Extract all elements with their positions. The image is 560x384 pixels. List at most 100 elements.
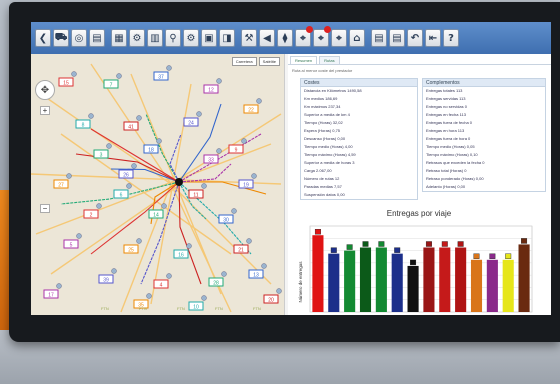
truck-button[interactable]: ⛟ bbox=[53, 29, 69, 47]
stop-pin-icon bbox=[221, 271, 227, 277]
save-button[interactable]: ▤ bbox=[371, 29, 387, 47]
chart-bar bbox=[375, 247, 387, 312]
costes-line: Tiempo máximo (Horas) 4,59 bbox=[304, 152, 356, 157]
chart-title: Entregas por viaje bbox=[387, 209, 452, 218]
undo-button[interactable]: ↶ bbox=[407, 29, 423, 47]
layers-button[interactable]: ◨ bbox=[219, 29, 235, 47]
arrow-left-button[interactable]: ◀ bbox=[259, 29, 275, 47]
search-button[interactable]: ⚲ bbox=[165, 29, 181, 47]
chart-bar bbox=[359, 247, 372, 312]
map-tab-road[interactable]: Carretera bbox=[231, 57, 257, 66]
help-button[interactable]: ? bbox=[443, 29, 459, 47]
tab-rutas[interactable]: Rutas bbox=[319, 56, 340, 64]
calculator-button[interactable]: ▦ bbox=[111, 29, 127, 47]
pin-add-button[interactable]: ⌖ bbox=[295, 26, 313, 47]
marker-label: 25 bbox=[128, 248, 134, 254]
pin-delete-button[interactable]: ⌖ bbox=[313, 26, 331, 47]
marker-label: 21 bbox=[238, 248, 244, 254]
stop-pin-icon bbox=[126, 183, 132, 189]
marker-label: 14 bbox=[153, 213, 159, 219]
map-canvas[interactable]: 15 73712228 4124931833276 11192 143052516213… bbox=[31, 54, 286, 315]
stop-pin-icon bbox=[166, 65, 172, 71]
costes-line: Superior a media de horas 3 bbox=[304, 160, 355, 165]
tab-resumen[interactable]: Resumen bbox=[290, 56, 318, 64]
marker-label: 18 bbox=[148, 148, 154, 154]
pin-button[interactable]: ⌖ bbox=[331, 29, 347, 47]
gear-button[interactable]: ⚙ bbox=[183, 29, 199, 47]
stop-pin-icon bbox=[201, 295, 207, 301]
chart-bar-label bbox=[378, 241, 385, 247]
chart-bar bbox=[344, 250, 356, 312]
truck-icon: ⛟ bbox=[54, 31, 68, 43]
route-button[interactable]: ⧫ bbox=[277, 29, 293, 47]
gear-icon: ⚙ bbox=[186, 32, 196, 44]
route-line bbox=[140, 181, 180, 285]
save-icon: ▤ bbox=[374, 32, 384, 44]
stop-pin-icon bbox=[156, 138, 162, 144]
complementos-line: Entregas en hora 113 bbox=[426, 128, 465, 133]
chart-bar bbox=[407, 265, 419, 312]
stop-pin-icon bbox=[241, 138, 247, 144]
stop-pin-icon bbox=[231, 208, 237, 214]
target-button[interactable]: ◎ bbox=[71, 29, 87, 47]
chart-bar bbox=[423, 247, 435, 312]
stop-pin-icon bbox=[111, 268, 117, 274]
marker-label: 39 bbox=[103, 278, 109, 284]
stop-pin-icon bbox=[256, 98, 262, 104]
complementos-line: Retrasos que exceden la fecha 0 bbox=[426, 160, 485, 165]
chevron-left-button[interactable]: ❮ bbox=[35, 29, 51, 47]
chart-bar-label bbox=[441, 241, 448, 247]
print-button[interactable]: ▤ bbox=[89, 29, 105, 47]
stop-pin-icon bbox=[106, 143, 112, 149]
map-button[interactable]: ▥ bbox=[147, 29, 163, 47]
complementos-line: Retraso total (Horas) 0 bbox=[426, 168, 467, 173]
stop-pin-icon bbox=[216, 78, 222, 84]
undo-icon: ↶ bbox=[410, 32, 420, 44]
target-icon: ◎ bbox=[74, 32, 84, 44]
tools-button[interactable]: ⚒ bbox=[241, 29, 257, 47]
chart-bar bbox=[502, 259, 514, 312]
chart-bar bbox=[455, 247, 467, 312]
costes-line: Distancia en Kilómetros 1490,58 bbox=[304, 88, 362, 93]
costes-line: Superior a media de km 4 bbox=[304, 112, 350, 117]
zoom-in-button[interactable]: + bbox=[40, 106, 50, 115]
map-pin-button[interactable]: ▣ bbox=[201, 29, 217, 47]
map-pin-icon: ▣ bbox=[204, 32, 214, 44]
arrow-left-icon: ◀ bbox=[263, 32, 271, 44]
zoom-out-button[interactable]: − bbox=[40, 204, 50, 213]
home-button[interactable]: ⌂ bbox=[349, 29, 365, 47]
map-tab-satellite[interactable]: Satélite bbox=[258, 57, 280, 66]
complementos-line: Entregas fuera de fecha 0 bbox=[426, 120, 473, 125]
layers-icon: ◨ bbox=[222, 32, 232, 44]
stop-pin-icon bbox=[96, 203, 102, 209]
pan-control-icon[interactable]: ✥ bbox=[35, 80, 55, 100]
map-road-label: FTN bbox=[101, 306, 109, 311]
complementos-line: Adelanto (Horas) 0,00 bbox=[426, 184, 466, 189]
chart-bar bbox=[518, 244, 530, 312]
chart-bar-label bbox=[330, 247, 337, 253]
badge-icon bbox=[324, 26, 331, 33]
users-button[interactable]: ⚙ bbox=[129, 29, 145, 47]
map-road-label: FTN bbox=[253, 306, 261, 311]
chart-bar bbox=[328, 253, 340, 312]
stop-pin-icon bbox=[66, 173, 72, 179]
results-tabs: Resumen Rutas bbox=[288, 56, 551, 65]
marker-label: 19 bbox=[243, 183, 249, 189]
stop-pin-icon bbox=[246, 238, 252, 244]
results-panel: Resumen Rutas Ruta al menor coste del pr… bbox=[288, 54, 551, 315]
stop-pin-icon bbox=[251, 173, 257, 179]
chart-bar-label bbox=[362, 241, 369, 247]
save-as-button[interactable]: ▤ bbox=[389, 29, 405, 47]
chart-bar-label bbox=[410, 259, 417, 266]
complementos-line: Entregas servidas 113 bbox=[426, 96, 466, 101]
marker-label: 2 bbox=[90, 213, 93, 219]
map-view[interactable]: 15 7 37 12 22 8 41 24 9 3 18 33 27 6 11 19 2 14 30 5 25 16 21 3… bbox=[31, 54, 286, 315]
complementos-line: Tiempo medio (Horas) 0,05 bbox=[426, 144, 475, 149]
chart-bar bbox=[486, 259, 498, 312]
exit-button[interactable]: ⇤ bbox=[425, 29, 441, 47]
marker-label: 7 bbox=[110, 83, 113, 89]
app-screen: ❮ ⛟ ◎ ▤ ▦ ⚙ ▥ ⚲ ⚙ ▣ ◨ ⚒ ◀ ⧫ ⌖ ⌖ ⌖ ⌂ ▤ ▤ ↶ ⇤? 15 7 37 12 22 8 41 24 9 3… bbox=[31, 22, 551, 315]
badge-icon bbox=[306, 26, 313, 33]
search-icon: ⚲ bbox=[169, 32, 177, 44]
costes-line: Tiempo (Horas) 32,02 bbox=[304, 120, 343, 125]
